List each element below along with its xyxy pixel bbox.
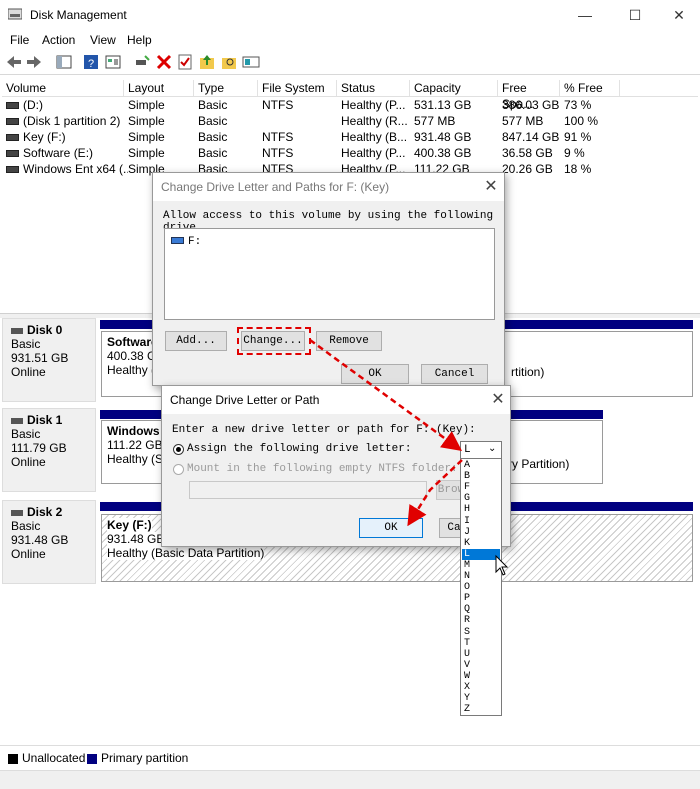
arrow-letter-to-ok (407, 459, 463, 527)
arrow-change-to-dropdown (309, 338, 463, 451)
mouse-cursor-icon (495, 554, 509, 576)
annotation-overlay (309, 338, 509, 576)
